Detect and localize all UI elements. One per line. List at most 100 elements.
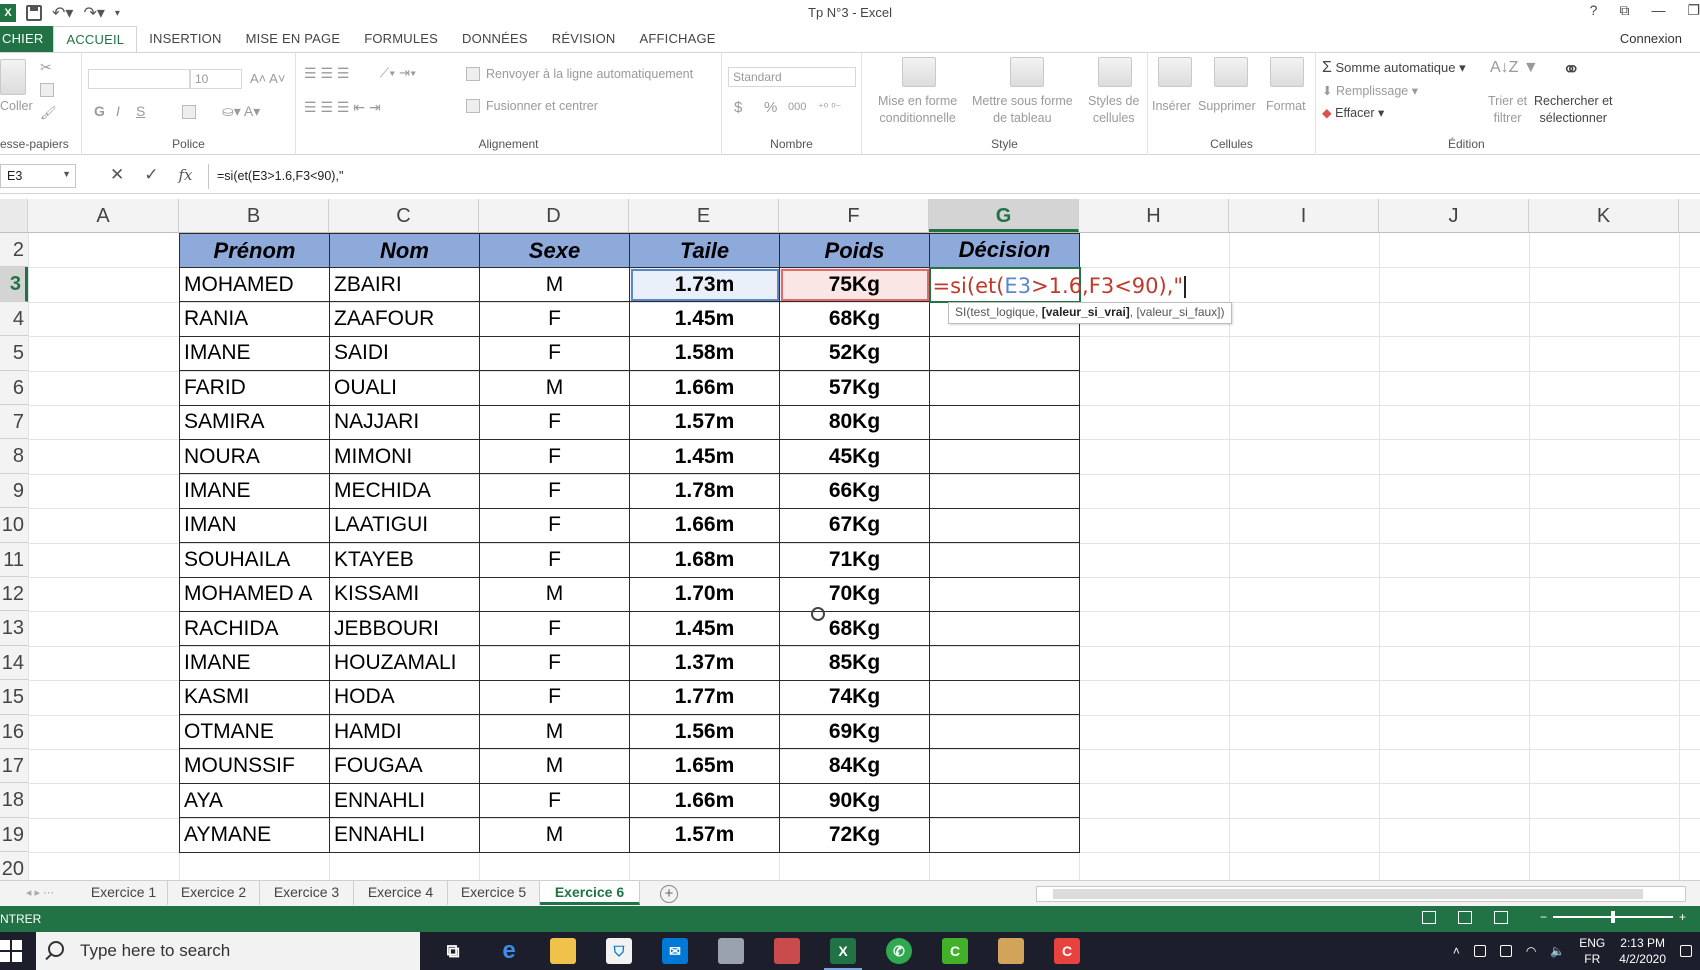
cell-prenom[interactable]: MOHAMED	[179, 266, 330, 303]
cell-prenom[interactable]: RACHIDA	[179, 610, 330, 647]
row-header-6[interactable]: 6	[0, 370, 28, 405]
insert-cells-icon[interactable]	[1158, 57, 1192, 87]
microphone-icon[interactable]	[1473, 945, 1486, 957]
fill-color-icon[interactable]: ⛀▾ A▾	[222, 103, 260, 120]
task-view-icon[interactable]: ⧉	[440, 938, 466, 964]
page-break-view-icon[interactable]	[1494, 911, 1508, 924]
store-icon[interactable]: ⛉	[606, 938, 632, 964]
cell-decision[interactable]	[929, 679, 1080, 716]
cell-nom[interactable]: SAIDI	[329, 335, 480, 372]
merge-center-button[interactable]: Fusionner et centrer	[486, 99, 598, 113]
cell-poids[interactable]: 57Kg	[779, 370, 930, 406]
cell-poids[interactable]: 68Kg	[779, 610, 930, 647]
cell-taille[interactable]: 1.68m	[629, 542, 780, 578]
cell-sexe[interactable]: F	[479, 335, 630, 372]
cell-sexe[interactable]: M	[479, 714, 630, 750]
volume-icon[interactable]: 🔈	[1550, 944, 1565, 958]
cell-prenom[interactable]: SAMIRA	[179, 404, 330, 440]
horizontal-align-icons[interactable]: ☰ ☰ ☰ ⇤ ⇥	[304, 99, 381, 116]
cell-poids[interactable]: 72Kg	[779, 817, 930, 853]
sheet-tab-4[interactable]: Exercice 4	[354, 881, 448, 905]
horizontal-scrollbar[interactable]	[1036, 886, 1686, 902]
cell-taille[interactable]: 1.77m	[629, 679, 780, 716]
delete-cells-icon[interactable]	[1214, 57, 1248, 87]
wrap-text-button[interactable]: Renvoyer à la ligne automatiquement	[486, 67, 693, 81]
cell-prenom[interactable]: SOUHAILA	[179, 542, 330, 578]
fill-button[interactable]: ⬇ Remplissage ▾	[1322, 83, 1418, 98]
tooltip-rest[interactable]: , [valeur_si_faux])	[1130, 305, 1225, 319]
cell-sexe[interactable]: F	[479, 782, 630, 819]
tab-review[interactable]: RÉVISION	[540, 26, 628, 52]
column-header-g[interactable]: G	[929, 199, 1079, 232]
column-header-e[interactable]: E	[629, 199, 779, 232]
sheet-tab-3[interactable]: Exercice 3	[260, 881, 354, 905]
taskbar-search-box[interactable]: Type here to search	[36, 932, 420, 970]
cell-prenom[interactable]: AYMANE	[179, 817, 330, 853]
row-header-17[interactable]: 17	[0, 749, 28, 784]
camtasia-icon[interactable]: C	[942, 938, 968, 964]
column-header-j[interactable]: J	[1379, 199, 1529, 232]
row-header-9[interactable]: 9	[0, 473, 28, 509]
sheet-tab-2[interactable]: Exercice 2	[168, 881, 260, 905]
cell-poids[interactable]: 66Kg	[779, 473, 930, 509]
cell-poids[interactable]: 70Kg	[779, 576, 930, 612]
cell-nom[interactable]: NAJJARI	[329, 404, 480, 440]
cell-poids[interactable]: 75Kg	[779, 266, 930, 303]
copy-icon[interactable]	[40, 83, 54, 97]
column-header-f[interactable]: F	[779, 199, 929, 232]
bold-button[interactable]: G	[94, 103, 105, 119]
column-header-k[interactable]: K	[1529, 199, 1679, 232]
cell-poids[interactable]: 85Kg	[779, 645, 930, 681]
cell-sexe[interactable]: F	[479, 679, 630, 716]
tray-chevron-icon[interactable]: ˄	[1453, 944, 1460, 958]
tab-page-layout[interactable]: MISE EN PAGE	[234, 26, 353, 52]
tooltip-func[interactable]: SI(test_logique,	[955, 305, 1042, 319]
tooltip-current-arg[interactable]: [valeur_si_vrai]	[1042, 305, 1130, 319]
cell-prenom[interactable]: MOUNSSIF	[179, 748, 330, 784]
cell-decision[interactable]	[929, 645, 1080, 681]
recorder-icon[interactable]: C	[1054, 938, 1080, 964]
cell-decision[interactable]	[929, 782, 1080, 819]
select-all-corner[interactable]	[0, 199, 28, 232]
language-indicator[interactable]: ENG FR	[1579, 935, 1605, 967]
cell-nom[interactable]: HAMDI	[329, 714, 480, 750]
column-header-a[interactable]: A	[28, 199, 179, 232]
cell-sexe[interactable]: M	[479, 576, 630, 612]
page-layout-view-icon[interactable]	[1458, 911, 1472, 924]
enter-icon[interactable]: ✓	[144, 165, 158, 185]
cell-decision[interactable]	[929, 473, 1080, 509]
cell-nom[interactable]: KISSAMI	[329, 576, 480, 612]
ribbon-display-icon[interactable]: ⧉	[1619, 2, 1629, 19]
format-as-table-button[interactable]: Mettre sous forme de tableau	[972, 93, 1073, 127]
worksheet-grid[interactable]: Prénom Nom Sexe Taile Poids Décision MOH…	[28, 233, 1700, 883]
autosum-button[interactable]: Σ Somme automatique ▾	[1322, 59, 1466, 77]
cell-poids[interactable]: 69Kg	[779, 714, 930, 750]
row-header-19[interactable]: 19	[0, 817, 28, 853]
cell-nom[interactable]: HOUZAMALI	[329, 645, 480, 681]
chevron-down-icon[interactable]: ▼	[62, 169, 71, 179]
format-cells-icon[interactable]	[1270, 57, 1304, 87]
sort-filter-button[interactable]: Trier et filtrer	[1488, 93, 1527, 127]
cell-sexe[interactable]: F	[479, 542, 630, 578]
mail-icon[interactable]: ✉	[662, 938, 688, 964]
cell-decision[interactable]	[929, 817, 1080, 853]
sort-filter-icon[interactable]: A↓Z ▼	[1490, 59, 1539, 77]
zoom-slider[interactable]: − +	[1540, 910, 1686, 924]
edge-icon[interactable]: e	[496, 938, 522, 964]
column-header-h[interactable]: H	[1079, 199, 1229, 232]
zoom-track[interactable]	[1553, 911, 1674, 923]
cell-sexe[interactable]: F	[479, 645, 630, 681]
app-icon[interactable]	[718, 938, 744, 964]
cell-sexe[interactable]: M	[479, 370, 630, 406]
row-header-3[interactable]: 3	[0, 267, 28, 302]
tab-formulas[interactable]: FORMULES	[352, 26, 450, 52]
cell-nom[interactable]: MIMONI	[329, 438, 480, 475]
calendar-app-icon[interactable]	[998, 938, 1024, 964]
column-header-b[interactable]: B	[179, 199, 329, 232]
format-as-table-icon[interactable]	[1010, 57, 1044, 87]
row-header-4[interactable]: 4	[0, 301, 28, 337]
cell-prenom[interactable]: NOURA	[179, 438, 330, 475]
cell-poids[interactable]: 90Kg	[779, 782, 930, 819]
cell-decision[interactable]: =si(et(E3>1.6,F3<90),"	[928, 266, 1187, 303]
number-format-select[interactable]: Standard	[728, 67, 856, 87]
